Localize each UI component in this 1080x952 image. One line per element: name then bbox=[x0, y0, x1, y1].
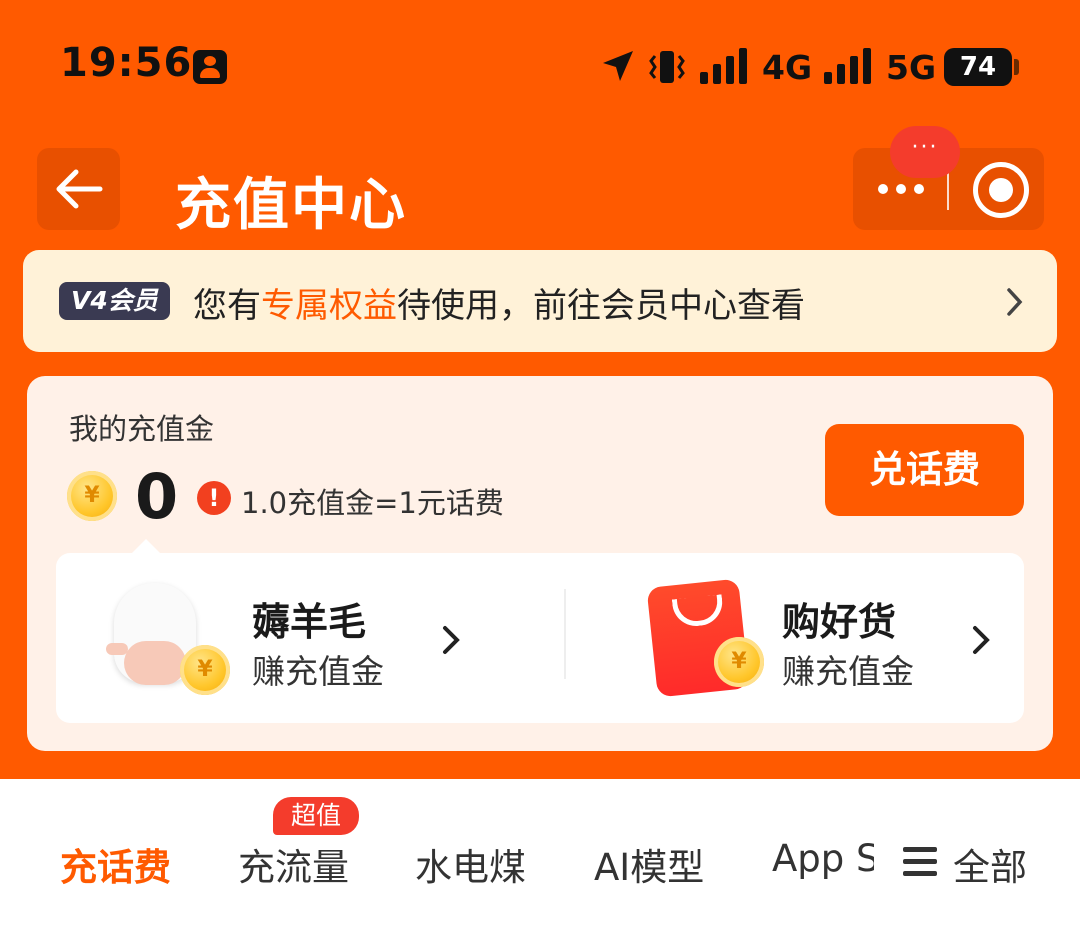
tab-data[interactable]: 充流量 bbox=[238, 837, 349, 891]
balance-value: 0 bbox=[135, 460, 179, 533]
benefit-highlight: 专属权益 bbox=[261, 286, 397, 326]
signal-strength-icon-2 bbox=[824, 48, 871, 84]
signal-strength-icon bbox=[700, 48, 747, 84]
dot-icon bbox=[877, 184, 888, 194]
tab-all-label: 全部 bbox=[953, 846, 1027, 889]
battery-tip bbox=[1014, 59, 1019, 75]
chevron-right-icon bbox=[973, 626, 990, 654]
tab-ai-model[interactable]: AI模型 bbox=[594, 837, 704, 891]
notification-badge[interactable]: ··· bbox=[890, 126, 960, 178]
back-button[interactable] bbox=[37, 148, 120, 230]
coin-icon: ¥ bbox=[180, 645, 230, 695]
arrow-left-icon bbox=[56, 169, 102, 209]
battery-icon: 74 bbox=[944, 48, 1012, 86]
close-mini-program-icon[interactable] bbox=[973, 162, 1029, 218]
exchange-rate-note: 1.0充值金=1元话费 bbox=[241, 486, 504, 520]
earn-item-shopping[interactable]: 购好货 赚充值金 bbox=[756, 553, 1080, 723]
category-tab-bar: 充话费 超值 充流量 水电煤 AI模型 App Store 全部 bbox=[0, 779, 1080, 952]
info-icon[interactable]: ! bbox=[197, 481, 231, 515]
tab-promo-badge: 超值 bbox=[273, 797, 359, 835]
earn-divider bbox=[564, 589, 566, 679]
vip-level-tag: V4会员 bbox=[59, 282, 170, 320]
capsule-divider bbox=[947, 170, 949, 210]
dot-icon bbox=[895, 184, 906, 194]
earn-item-wool[interactable]: 薅羊毛 赚充值金 bbox=[226, 553, 666, 723]
page-title: 充值中心 bbox=[175, 173, 407, 238]
dot-icon bbox=[913, 184, 924, 194]
balance-label: 我的充值金 bbox=[69, 412, 215, 446]
member-banner[interactable]: V4会员 您有专属权益待使用，前往会员中心查看 bbox=[23, 250, 1057, 352]
earn-item-subtitle: 赚充值金 bbox=[782, 652, 914, 691]
menu-icon bbox=[903, 847, 937, 877]
user-badge-icon bbox=[193, 50, 227, 84]
tab-all-button[interactable]: 全部 bbox=[875, 779, 1080, 929]
tab-app-store[interactable]: App Store bbox=[772, 837, 874, 880]
chevron-right-icon bbox=[443, 626, 460, 654]
network-type-2: 5G bbox=[886, 48, 937, 87]
tab-phone-credit[interactable]: 充话费 bbox=[60, 837, 171, 891]
network-type-1: 4G bbox=[762, 48, 813, 87]
redeem-phone-credit-button[interactable]: 兑话费 bbox=[825, 424, 1024, 516]
balance-card: 我的充值金 ¥ 0 ! 1.0充值金=1元话费 兑话费 ¥ 薅羊毛 赚充值金 ¥… bbox=[27, 376, 1053, 751]
coin-icon: ¥ bbox=[67, 471, 117, 521]
status-time: 19:56 bbox=[60, 40, 193, 86]
earn-item-title: 购好货 bbox=[782, 600, 897, 644]
tab-utilities[interactable]: 水电煤 bbox=[415, 837, 526, 891]
earn-item-subtitle: 赚充值金 bbox=[252, 652, 384, 691]
vibrate-icon bbox=[649, 51, 685, 83]
pointer-triangle bbox=[132, 539, 160, 553]
earn-item-title: 薅羊毛 bbox=[252, 600, 367, 644]
status-bar: 19:56 4G 5G 74 bbox=[0, 0, 1080, 130]
location-icon bbox=[603, 51, 633, 81]
member-banner-text: 您有专属权益待使用，前往会员中心查看 bbox=[193, 286, 805, 326]
earn-box: ¥ 薅羊毛 赚充值金 ¥ 购好货 赚充值金 bbox=[56, 553, 1024, 723]
chevron-right-icon bbox=[1007, 288, 1023, 316]
